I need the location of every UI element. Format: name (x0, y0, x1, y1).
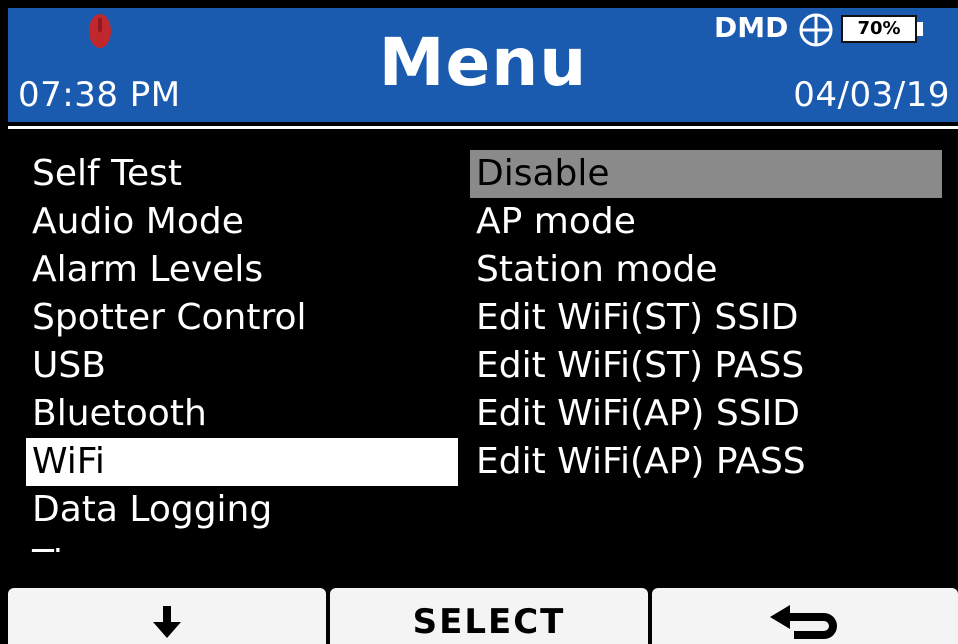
submenu-item-edit-st-pass[interactable]: Edit WiFi(ST) PASS (470, 342, 942, 390)
menu-item-spotter-control[interactable]: Spotter Control (26, 294, 458, 342)
battery-percent: 70% (857, 18, 901, 39)
submenu-item-edit-ap-pass[interactable]: Edit WiFi(AP) PASS (470, 438, 942, 486)
submenu-item-ap-mode[interactable]: AP mode (470, 198, 942, 246)
header-divider (8, 126, 958, 129)
menu-item-data-logging[interactable]: Data Logging (26, 486, 458, 534)
submenu-item-disable[interactable]: Disable (470, 150, 942, 198)
menu-item-partial[interactable]: Time (26, 540, 458, 552)
select-softkey[interactable]: SELECT (330, 588, 648, 644)
menu-item-wifi[interactable]: WiFi (26, 438, 458, 486)
battery-tip (917, 22, 923, 36)
battery-indicator: 70% (841, 15, 917, 43)
menu-item-bluetooth[interactable]: Bluetooth (26, 390, 458, 438)
main-menu: Self Test Audio Mode Alarm Levels Spotte… (26, 150, 458, 534)
select-label: SELECT (412, 602, 566, 642)
menu-item-self-test[interactable]: Self Test (26, 150, 458, 198)
menu-item-audio-mode[interactable]: Audio Mode (26, 198, 458, 246)
return-arrow-icon (770, 605, 837, 639)
date-display: 04/03/19 (793, 75, 950, 115)
status-header: 07:38 PM Menu DMD 70% 04/03/19 (8, 8, 958, 122)
submenu-item-edit-st-ssid[interactable]: Edit WiFi(ST) SSID (470, 294, 942, 342)
back-softkey[interactable] (652, 588, 958, 644)
down-softkey[interactable] (8, 588, 326, 644)
crosshair-icon (799, 13, 833, 47)
softkey-bar: SELECT (0, 588, 958, 644)
menu-item-alarm-levels[interactable]: Alarm Levels (26, 246, 458, 294)
arrow-down-icon (153, 606, 181, 638)
submenu-item-station-mode[interactable]: Station mode (470, 246, 942, 294)
device-screen: 07:38 PM Menu DMD 70% 04/03/19 Self Test… (0, 0, 958, 644)
device-mode-label: DMD (714, 11, 789, 44)
submenu-item-edit-ap-ssid[interactable]: Edit WiFi(AP) SSID (470, 390, 942, 438)
wifi-submenu: Disable AP mode Station mode Edit WiFi(S… (470, 150, 942, 486)
menu-item-usb[interactable]: USB (26, 342, 458, 390)
